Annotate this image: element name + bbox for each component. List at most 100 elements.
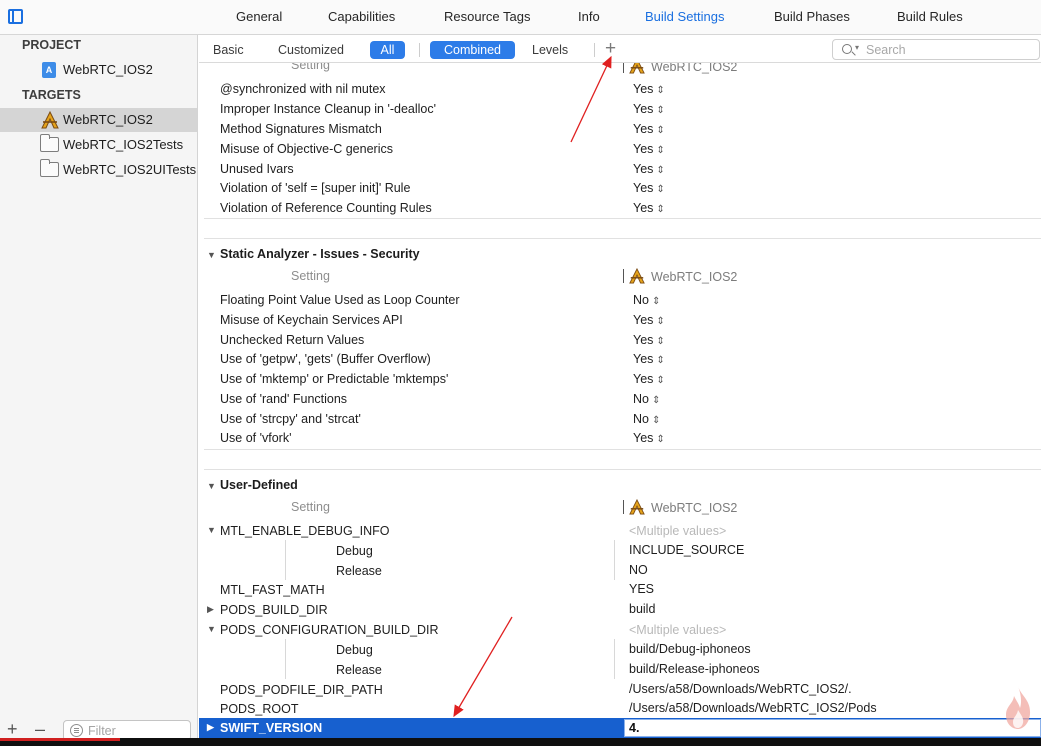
- setting-row-value[interactable]: /Users/a58/Downloads/WebRTC_IOS2/.: [629, 682, 852, 696]
- setting-row-value[interactable]: Yes ⇕: [633, 201, 665, 215]
- setting-row-name[interactable]: ▶ SWIFT_VERSION: [207, 721, 323, 735]
- filter-input[interactable]: [88, 723, 186, 739]
- setting-row-value[interactable]: <Multiple values>: [629, 623, 726, 637]
- setting-row-name[interactable]: Misuse of Objective-C generics: [220, 142, 393, 156]
- levels-button[interactable]: Levels: [532, 41, 568, 59]
- setting-row-value[interactable]: Yes ⇕: [633, 142, 665, 156]
- config-name: Debug: [336, 544, 373, 558]
- sidebar-item-target-app[interactable]: WebRTC_IOS2: [0, 108, 197, 132]
- basic-button[interactable]: Basic: [213, 41, 244, 59]
- disclosure-triangle-icon[interactable]: ▼: [207, 525, 216, 535]
- disclosure-triangle-icon[interactable]: ▼: [207, 481, 220, 491]
- customized-button[interactable]: Customized: [278, 41, 344, 59]
- setting-row-value[interactable]: <Multiple values>: [629, 524, 726, 538]
- test-bundle-icon: [40, 134, 59, 152]
- add-target-button[interactable]: +: [7, 719, 18, 740]
- chevron-down-icon: ▾: [855, 43, 860, 52]
- setting-row-name[interactable]: Use of 'rand' Functions: [220, 392, 347, 406]
- disclosure-triangle-icon[interactable]: ▶: [207, 604, 214, 615]
- setting-row-name[interactable]: Method Signatures Mismatch: [220, 122, 382, 136]
- target-column-header: WebRTC_IOS2: [623, 267, 737, 284]
- setting-row-value[interactable]: Yes ⇕: [633, 82, 665, 96]
- setting-row-name[interactable]: Use of 'mktemp' or Predictable 'mktemps': [220, 372, 448, 386]
- combined-button[interactable]: Combined: [430, 41, 515, 59]
- setting-row-value[interactable]: Yes ⇕: [633, 431, 665, 445]
- setting-row-value[interactable]: Yes ⇕: [633, 122, 665, 136]
- tab-general[interactable]: General: [236, 9, 282, 24]
- disclosure-triangle-icon[interactable]: ▼: [207, 250, 220, 260]
- setting-row-name[interactable]: Floating Point Value Used as Loop Counte…: [220, 293, 460, 307]
- setting-row-name[interactable]: Improper Instance Cleanup in '-dealloc': [220, 102, 436, 116]
- setting-row-value[interactable]: NO: [629, 563, 648, 577]
- setting-row-value[interactable]: build/Debug-iphoneos: [629, 642, 751, 656]
- setting-row-name[interactable]: Use of 'getpw', 'gets' (Buffer Overflow): [220, 352, 431, 366]
- sidebar-item-target-uitests[interactable]: WebRTC_IOS2UITests: [0, 158, 197, 182]
- setting-row-name[interactable]: PODS_ROOT: [220, 702, 299, 716]
- remove-target-button[interactable]: –: [35, 719, 45, 740]
- setting-row-value[interactable]: No ⇕: [633, 293, 660, 307]
- setting-row-name[interactable]: Unchecked Return Values: [220, 333, 364, 347]
- setting-row-value[interactable]: build/Release-iphoneos: [629, 662, 760, 676]
- target-column-label: WebRTC_IOS2: [651, 63, 738, 74]
- config-name: Debug: [336, 643, 373, 657]
- section-title: Static Analyzer - Issues - Security: [220, 247, 420, 261]
- setting-row-value[interactable]: /Users/a58/Downloads/WebRTC_IOS2/Pods: [629, 701, 877, 715]
- setting-row-name[interactable]: PODS_PODFILE_DIR_PATH: [220, 683, 383, 697]
- tab-build-phases[interactable]: Build Phases: [774, 9, 850, 24]
- add-build-setting-button[interactable]: +: [605, 38, 616, 60]
- setting-row-value[interactable]: Yes ⇕: [633, 313, 665, 327]
- setting-row-name[interactable]: MTL_FAST_MATH: [220, 583, 325, 597]
- up-down-arrows-icon: ⇕: [651, 415, 661, 426]
- app-target-icon: [629, 498, 645, 515]
- disclosure-triangle-icon[interactable]: ▶: [207, 722, 214, 733]
- setting-row-name[interactable]: ▼ PODS_CONFIGURATION_BUILD_DIR: [207, 623, 439, 637]
- setting-column-header: Setting: [291, 63, 330, 72]
- test-bundle-icon: [40, 159, 59, 177]
- setting-row-name[interactable]: Use of 'strcpy' and 'strcat': [220, 412, 361, 426]
- setting-row-value[interactable]: Yes ⇕: [633, 102, 665, 116]
- setting-row-value[interactable]: build: [629, 602, 655, 616]
- setting-row-value[interactable]: Yes ⇕: [633, 352, 665, 366]
- tab-resource-tags[interactable]: Resource Tags: [444, 9, 530, 24]
- sidebar-toggle-icon[interactable]: [8, 9, 23, 24]
- target-column-header: WebRTC_IOS2: [623, 498, 737, 515]
- sidebar-item-target-tests[interactable]: WebRTC_IOS2Tests: [0, 133, 197, 157]
- setting-row-value[interactable]: INCLUDE_SOURCE: [629, 543, 744, 557]
- setting-row-value[interactable]: YES: [629, 582, 654, 596]
- setting-row-name[interactable]: ▶ PODS_BUILD_DIR: [207, 603, 328, 617]
- build-settings-filter-bar: Basic Customized All Combined Levels + ▾: [199, 36, 1041, 63]
- value-text: Yes: [633, 102, 654, 116]
- search-input[interactable]: [866, 42, 1034, 58]
- setting-row-value[interactable]: Yes ⇕: [633, 181, 665, 195]
- setting-row-value[interactable]: No ⇕: [633, 412, 660, 426]
- setting-row-value[interactable]: Yes ⇕: [633, 333, 665, 347]
- setting-row-name[interactable]: Unused Ivars: [220, 162, 294, 176]
- setting-row-name[interactable]: Misuse of Keychain Services API: [220, 313, 403, 327]
- section-header-security[interactable]: ▼ Static Analyzer - Issues - Security: [207, 247, 420, 261]
- setting-row-name[interactable]: @synchronized with nil mutex: [220, 82, 386, 96]
- swift-version-edit-field[interactable]: [624, 719, 1041, 737]
- setting-row-name[interactable]: Violation of 'self = [super init]' Rule: [220, 181, 410, 195]
- tab-build-rules[interactable]: Build Rules: [897, 9, 963, 24]
- up-down-arrows-icon: ⇕: [656, 375, 665, 386]
- tab-build-settings[interactable]: Build Settings: [645, 9, 725, 24]
- tab-info[interactable]: Info: [578, 9, 600, 24]
- setting-row-name[interactable]: Use of 'vfork': [220, 431, 291, 445]
- tab-capabilities[interactable]: Capabilities: [328, 9, 395, 24]
- setting-row-value[interactable]: No ⇕: [633, 392, 660, 406]
- setting-row-name[interactable]: Violation of Reference Counting Rules: [220, 201, 432, 215]
- setting-row-selected[interactable]: ▶ SWIFT_VERSION: [199, 718, 1041, 738]
- setting-row-value[interactable]: Yes ⇕: [633, 372, 665, 386]
- up-down-arrows-icon: ⇕: [656, 204, 665, 215]
- config-name: Release: [336, 564, 382, 578]
- setting-row-name[interactable]: ▼ MTL_ENABLE_DEBUG_INFO: [207, 524, 390, 538]
- setting-name-text: SWIFT_VERSION: [220, 721, 323, 735]
- column-divider: [623, 63, 624, 73]
- up-down-arrows-icon: ⇕: [656, 125, 665, 136]
- build-settings-search-field[interactable]: ▾: [832, 39, 1040, 60]
- sidebar-item-project[interactable]: A WebRTC_IOS2: [0, 58, 197, 82]
- all-button[interactable]: All: [370, 41, 405, 59]
- disclosure-triangle-icon[interactable]: ▼: [207, 624, 216, 634]
- section-header-user-defined[interactable]: ▼ User-Defined: [207, 478, 298, 492]
- setting-row-value[interactable]: Yes ⇕: [633, 162, 665, 176]
